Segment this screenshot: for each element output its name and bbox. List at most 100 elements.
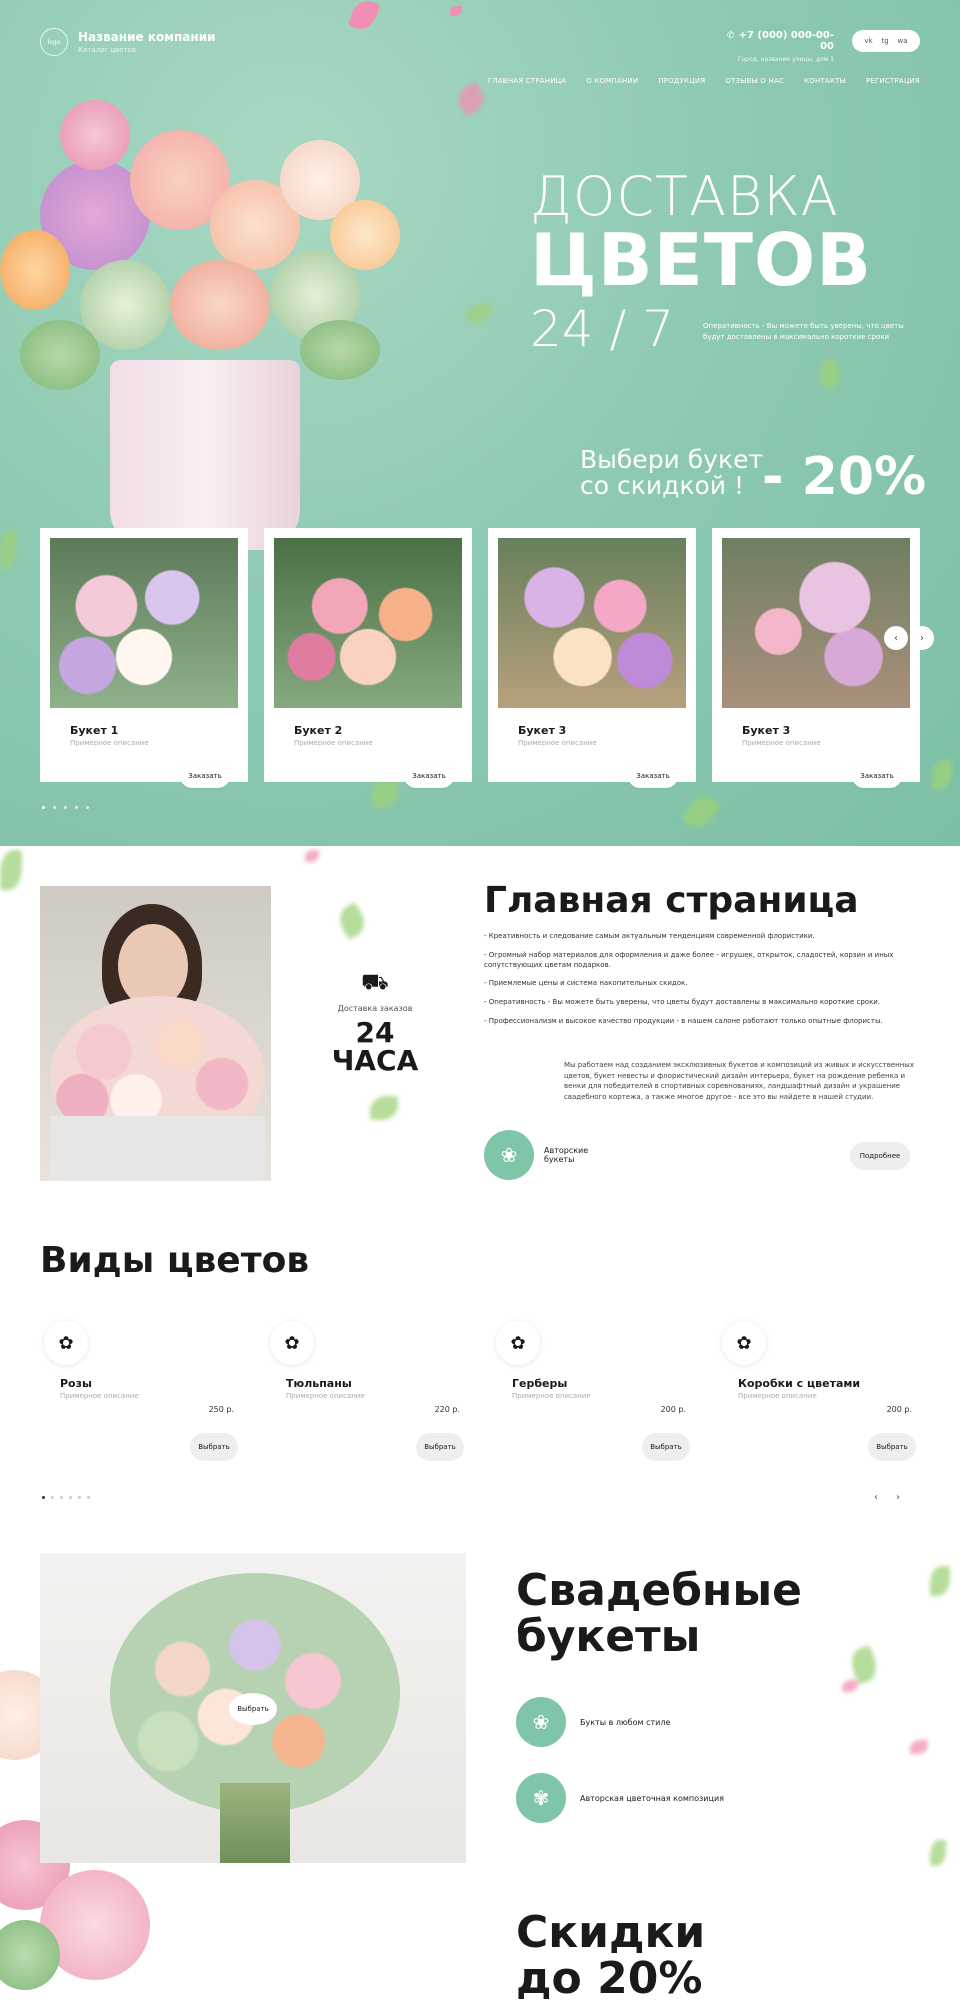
chevron-right-icon[interactable]: › bbox=[896, 1492, 900, 1503]
order-button[interactable]: Заказать bbox=[180, 764, 230, 788]
nav-register[interactable]: РЕГИСТРАЦИЯ bbox=[866, 77, 920, 85]
carousel-arrows: ‹ › bbox=[884, 626, 934, 650]
type-desc: Примерное описание bbox=[286, 1392, 365, 1400]
carousel-dot[interactable] bbox=[75, 806, 78, 809]
promo-percent: - 20% bbox=[762, 447, 927, 507]
carousel-dot[interactable] bbox=[51, 1496, 54, 1499]
main-nav: ГЛАВНАЯ СТРАНИЦА О КОМПАНИИ ПРОДУКЦИЯ ОТ… bbox=[488, 77, 920, 85]
order-button[interactable]: Заказать bbox=[852, 764, 902, 788]
petal-decoration bbox=[930, 1566, 950, 1596]
list-item: - Огромный набор материалов для оформлен… bbox=[484, 950, 894, 969]
promo-text: Выбери букет со скидкой ! bbox=[580, 445, 764, 501]
delivery-block: ⛟ Доставка заказов 24 ЧАСА bbox=[310, 970, 440, 1075]
truck-icon: ⛟ bbox=[361, 970, 389, 995]
carousel-dot[interactable] bbox=[42, 1496, 45, 1499]
wedding-title-line2: букеты bbox=[516, 1611, 701, 1663]
order-button[interactable]: Заказать bbox=[404, 764, 454, 788]
wedding-title: Свадебные букеты bbox=[516, 1565, 802, 1663]
petal-decoration bbox=[815, 357, 845, 391]
product-image bbox=[722, 538, 910, 708]
carousel-dot[interactable] bbox=[86, 806, 89, 809]
product-card[interactable]: Букет 2 Примерное описание Заказать bbox=[264, 528, 472, 788]
hero-title-line2: ЦВЕТОВ bbox=[530, 218, 873, 302]
product-image bbox=[274, 538, 462, 708]
type-name: Герберы bbox=[512, 1377, 568, 1390]
rose-icon: ✿ bbox=[496, 1321, 540, 1365]
order-button[interactable]: Заказать bbox=[628, 764, 678, 788]
telegram-icon[interactable]: tg bbox=[881, 37, 888, 45]
chevron-left-icon[interactable]: ‹ bbox=[874, 1492, 878, 1503]
product-title: Букет 3 bbox=[518, 724, 567, 737]
product-desc: Примерное описание bbox=[70, 739, 149, 747]
phone-number[interactable]: +7 (000) 000-00-00 bbox=[739, 30, 834, 52]
nav-about[interactable]: О КОМПАНИИ bbox=[586, 77, 638, 85]
product-card[interactable]: Букет 1 Примерное описание Заказать bbox=[40, 528, 248, 788]
flower-icon: ✾ bbox=[516, 1773, 566, 1823]
list-item: - Оперативность - Вы можете быть уверены… bbox=[484, 998, 881, 1007]
nav-reviews[interactable]: ОТЗЫВЫ О НАС bbox=[725, 77, 784, 85]
vk-icon[interactable]: vk bbox=[864, 37, 872, 45]
carousel-dot[interactable] bbox=[64, 806, 67, 809]
type-name: Розы bbox=[60, 1377, 92, 1390]
petal-decoration bbox=[681, 790, 721, 834]
company-logo[interactable]: logo Название компании Каталог цветов bbox=[40, 28, 216, 56]
chevron-right-icon[interactable]: › bbox=[910, 626, 934, 650]
sale-title-line1: Скидки bbox=[516, 1907, 706, 1958]
type-desc: Примерное описание bbox=[738, 1392, 817, 1400]
nav-home[interactable]: ГЛАВНАЯ СТРАНИЦА bbox=[488, 77, 566, 85]
hero-title-line3: 24 / 7 bbox=[530, 300, 675, 358]
author-bouquets[interactable]: ❀ Авторские букеты bbox=[484, 1130, 604, 1180]
flower-type-card[interactable]: ✿ Герберы Примерное описание 200 р. Выбр… bbox=[492, 1317, 696, 1467]
choose-button[interactable]: Выбрать bbox=[190, 1433, 238, 1461]
nav-contacts[interactable]: КОНТАКТЫ bbox=[804, 77, 846, 85]
carousel-dot[interactable] bbox=[87, 1496, 90, 1499]
petal-decoration bbox=[305, 850, 319, 862]
product-image bbox=[498, 538, 686, 708]
chevron-left-icon[interactable]: ‹ bbox=[884, 626, 908, 650]
address: Город, название улицы, дом 1 bbox=[737, 56, 834, 63]
petal-decoration bbox=[372, 778, 398, 808]
about-paragraph: Мы работаем над созданием эксклюзивных б… bbox=[564, 1061, 914, 1101]
product-desc: Примерное описание bbox=[294, 739, 373, 747]
wedding-title-line1: Свадебные bbox=[516, 1565, 802, 1616]
more-button[interactable]: Подробнее bbox=[850, 1142, 910, 1170]
choose-button[interactable]: Выбрать bbox=[642, 1433, 690, 1461]
product-title: Букет 1 bbox=[70, 724, 119, 737]
carousel-dot[interactable] bbox=[69, 1496, 72, 1499]
choose-button[interactable]: Выбрать bbox=[416, 1433, 464, 1461]
carousel-dot[interactable] bbox=[60, 1496, 63, 1499]
carousel-dot[interactable] bbox=[53, 806, 56, 809]
product-carousel: Букет 1 Примерное описание Заказать Буке… bbox=[40, 528, 920, 788]
wedding-choose-button[interactable]: Выбрать bbox=[229, 1693, 277, 1725]
whatsapp-icon[interactable]: wa bbox=[898, 37, 908, 45]
type-desc: Примерное описание bbox=[60, 1392, 139, 1400]
product-card[interactable]: Букет 3 Примерное описание Заказать bbox=[712, 528, 920, 788]
flower-icon: ❀ bbox=[516, 1697, 566, 1747]
petal-decoration bbox=[0, 850, 22, 890]
petal-decoration bbox=[334, 902, 370, 940]
list-item: - Профессионализм и высокое качество про… bbox=[484, 1016, 883, 1025]
petal-decoration bbox=[450, 6, 462, 16]
type-desc: Примерное описание bbox=[512, 1392, 591, 1400]
petal-decoration bbox=[932, 760, 952, 790]
product-card[interactable]: Букет 3 Примерное описание Заказать bbox=[488, 528, 696, 788]
flower-type-card[interactable]: ✿ Розы Примерное описание 250 р. Выбрать bbox=[40, 1317, 244, 1467]
florist-photo bbox=[40, 886, 271, 1181]
choose-button[interactable]: Выбрать bbox=[868, 1433, 916, 1461]
types-title: Виды цветов bbox=[40, 1240, 310, 1281]
nav-products[interactable]: ПРОДУКЦИЯ bbox=[658, 77, 705, 85]
product-title: Букет 3 bbox=[742, 724, 791, 737]
product-image bbox=[50, 538, 238, 708]
delivery-label: Доставка заказов bbox=[337, 1004, 413, 1013]
carousel-dot[interactable] bbox=[42, 806, 45, 809]
petal-decoration bbox=[0, 530, 16, 570]
phone-icon: ✆ bbox=[727, 31, 735, 41]
carousel-dot[interactable] bbox=[78, 1496, 81, 1499]
flower-type-card[interactable]: ✿ Коробки с цветами Примерное описание 2… bbox=[718, 1317, 922, 1467]
promo-line1: Выбери букет bbox=[580, 445, 764, 474]
type-price: 250 р. bbox=[208, 1405, 234, 1414]
rose-icon: ✿ bbox=[44, 1321, 88, 1365]
promo-line2: со скидкой ! bbox=[580, 471, 744, 501]
list-item: - Приемлемые цены и система накопительны… bbox=[484, 979, 688, 988]
flower-type-card[interactable]: ✿ Тюльпаны Примерное описание 220 р. Выб… bbox=[266, 1317, 470, 1467]
